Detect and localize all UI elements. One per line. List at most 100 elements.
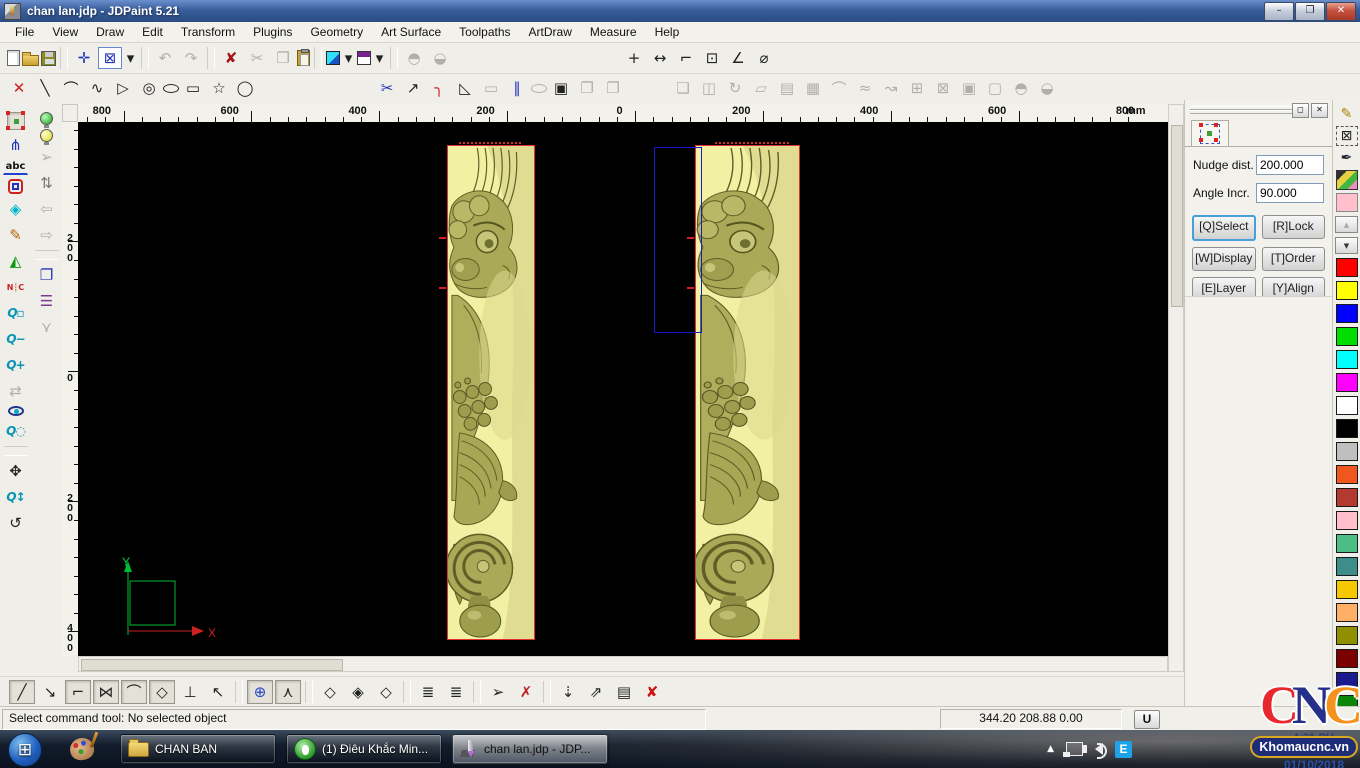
- dim-angle-icon[interactable]: ∠: [726, 47, 750, 69]
- close-button[interactable]: ✕: [1326, 2, 1356, 21]
- fill-icon[interactable]: ◈: [4, 198, 28, 220]
- skew-icon[interactable]: ▱: [749, 77, 773, 99]
- light-dim-icon[interactable]: [40, 129, 53, 142]
- snap-arc-icon[interactable]: ⌒: [121, 680, 147, 704]
- open-icon[interactable]: [22, 55, 39, 66]
- light-on-icon[interactable]: [40, 112, 53, 125]
- selection-rectangle[interactable]: [654, 147, 702, 333]
- palette-swatch-6[interactable]: [1336, 396, 1358, 415]
- palette-scroll-down[interactable]: ▼: [1335, 237, 1358, 254]
- snap-auto-icon[interactable]: ↘: [37, 680, 63, 704]
- plane-xy-icon[interactable]: ◇: [317, 680, 343, 704]
- palette-swatch-18[interactable]: [1336, 672, 1358, 691]
- vscroll-thumb[interactable]: [1171, 125, 1183, 307]
- stretch-icon[interactable]: ▤: [775, 77, 799, 99]
- offset-icon[interactable]: ▭: [479, 77, 503, 99]
- dim-step-icon[interactable]: ⌐: [674, 47, 698, 69]
- palette-swatch-9[interactable]: [1336, 465, 1358, 484]
- panel-grip[interactable]: [1190, 110, 1292, 114]
- menu-geometry[interactable]: Geometry: [301, 23, 372, 41]
- new-icon[interactable]: [7, 50, 20, 66]
- grid-align-icon[interactable]: ⊠: [931, 77, 955, 99]
- light-pick-icon[interactable]: ➢: [35, 146, 59, 168]
- panel-restore-button[interactable]: ◻: [1292, 103, 1309, 118]
- panel-button-wdisplay[interactable]: [W]Display: [1192, 247, 1256, 271]
- snap-grid-icon[interactable]: ⊕: [247, 680, 273, 704]
- menu-file[interactable]: File: [6, 23, 43, 41]
- dim-linear-icon[interactable]: ↔: [648, 47, 672, 69]
- dim-point-icon[interactable]: +: [622, 47, 646, 69]
- nudge-dist-input[interactable]: [1256, 155, 1324, 175]
- palette-swatch-12[interactable]: [1336, 534, 1358, 553]
- snap-corner-icon[interactable]: ⌐: [65, 680, 91, 704]
- undo-icon[interactable]: ↶: [153, 47, 177, 69]
- language-indicator[interactable]: E: [1115, 741, 1132, 758]
- arc-deform-icon[interactable]: ⌒: [827, 77, 851, 99]
- network-icon[interactable]: [1066, 742, 1083, 756]
- start-button[interactable]: ⊞: [8, 733, 42, 767]
- edit-pencil-icon[interactable]: ✎: [1336, 104, 1358, 124]
- angle-incr-input[interactable]: [1256, 183, 1324, 203]
- menu-edit[interactable]: Edit: [133, 23, 172, 41]
- palette-swatch-16[interactable]: [1336, 626, 1358, 645]
- snap-perp-icon[interactable]: ⊥: [177, 680, 203, 704]
- mirror-icon[interactable]: ◫: [697, 77, 721, 99]
- menu-draw[interactable]: Draw: [87, 23, 133, 41]
- horizontal-scrollbar[interactable]: [78, 656, 1168, 672]
- trim-icon[interactable]: ✂: [375, 77, 399, 99]
- relief-shield-icon[interactable]: ◒: [428, 47, 452, 69]
- plane-zx-icon[interactable]: ◇: [373, 680, 399, 704]
- taskbar-button-0[interactable]: CHAN BAN: [120, 734, 276, 764]
- chamfer-icon[interactable]: ◺: [453, 77, 477, 99]
- draw-rect-icon[interactable]: ▭: [181, 77, 205, 99]
- outline-ellipse-icon[interactable]: [531, 84, 547, 93]
- palette-swatch-7[interactable]: [1336, 419, 1358, 438]
- merge-icon[interactable]: ⋎: [35, 316, 59, 338]
- cut-icon[interactable]: ✂: [245, 47, 269, 69]
- fillet-icon[interactable]: ╮: [427, 77, 451, 99]
- menu-art-surface[interactable]: Art Surface: [372, 23, 450, 41]
- panel-button-torder[interactable]: [T]Order: [1262, 247, 1326, 271]
- split-icon[interactable]: ▢: [983, 77, 1007, 99]
- layers-icon[interactable]: ❐: [35, 264, 59, 286]
- page-next-icon[interactable]: ⇨: [35, 224, 59, 246]
- dome-c-icon[interactable]: ◓: [1009, 77, 1033, 99]
- panel-button-qselect[interactable]: [Q]Select: [1192, 215, 1256, 241]
- menu-help[interactable]: Help: [646, 23, 689, 41]
- draw-arc-icon[interactable]: ⌒: [59, 77, 83, 99]
- relief-column-left[interactable]: [447, 145, 535, 640]
- snap-axis-icon[interactable]: ⋏: [275, 680, 301, 704]
- wire-dropdown-icon[interactable]: ▾: [373, 47, 386, 69]
- contour-icon[interactable]: [8, 179, 23, 194]
- snap-list-icon[interactable]: ▤: [611, 680, 637, 704]
- panel-button-rlock[interactable]: [R]Lock: [1262, 215, 1326, 239]
- delete-icon[interactable]: ✘: [219, 47, 243, 69]
- unit-button[interactable]: U: [1134, 710, 1160, 729]
- relief-column-right[interactable]: [695, 145, 800, 640]
- save-icon[interactable]: [41, 51, 56, 66]
- palette-edit-icon[interactable]: [1336, 170, 1358, 190]
- snap-intersect-icon[interactable]: ⋈: [93, 680, 119, 704]
- palette-swatch-19[interactable]: [1336, 695, 1358, 706]
- palette-swatch-2[interactable]: [1336, 304, 1358, 323]
- current-color-swatch[interactable]: [1336, 193, 1358, 212]
- taskbar-button-1[interactable]: (1) Điêu Khắc Min...: [286, 734, 442, 764]
- refresh-icon[interactable]: ↺: [4, 512, 28, 534]
- pick-delete-icon[interactable]: ✗: [513, 680, 539, 704]
- redo-icon[interactable]: ↷: [179, 47, 203, 69]
- menu-artdraw[interactable]: ArtDraw: [520, 23, 581, 41]
- order-down-icon[interactable]: ❐: [601, 77, 625, 99]
- palette-swatch-11[interactable]: [1336, 511, 1358, 530]
- palette-swatch-1[interactable]: [1336, 281, 1358, 300]
- plane-yz-icon[interactable]: ◈: [345, 680, 371, 704]
- scale-icon[interactable]: ❏: [671, 77, 695, 99]
- guides-icon[interactable]: ☰: [35, 290, 59, 312]
- pick-dropdown-icon[interactable]: ▾: [124, 47, 137, 69]
- zoom-select-icon[interactable]: Q◌: [4, 420, 28, 442]
- palette-swatch-14[interactable]: [1336, 580, 1358, 599]
- rotate-icon[interactable]: ↻: [723, 77, 747, 99]
- swap-color-icon[interactable]: ⇅: [35, 172, 59, 194]
- copy-icon[interactable]: ❐: [271, 47, 295, 69]
- draw-shape-icon[interactable]: ◯: [233, 77, 257, 99]
- dome-d-icon[interactable]: ◒: [1035, 77, 1059, 99]
